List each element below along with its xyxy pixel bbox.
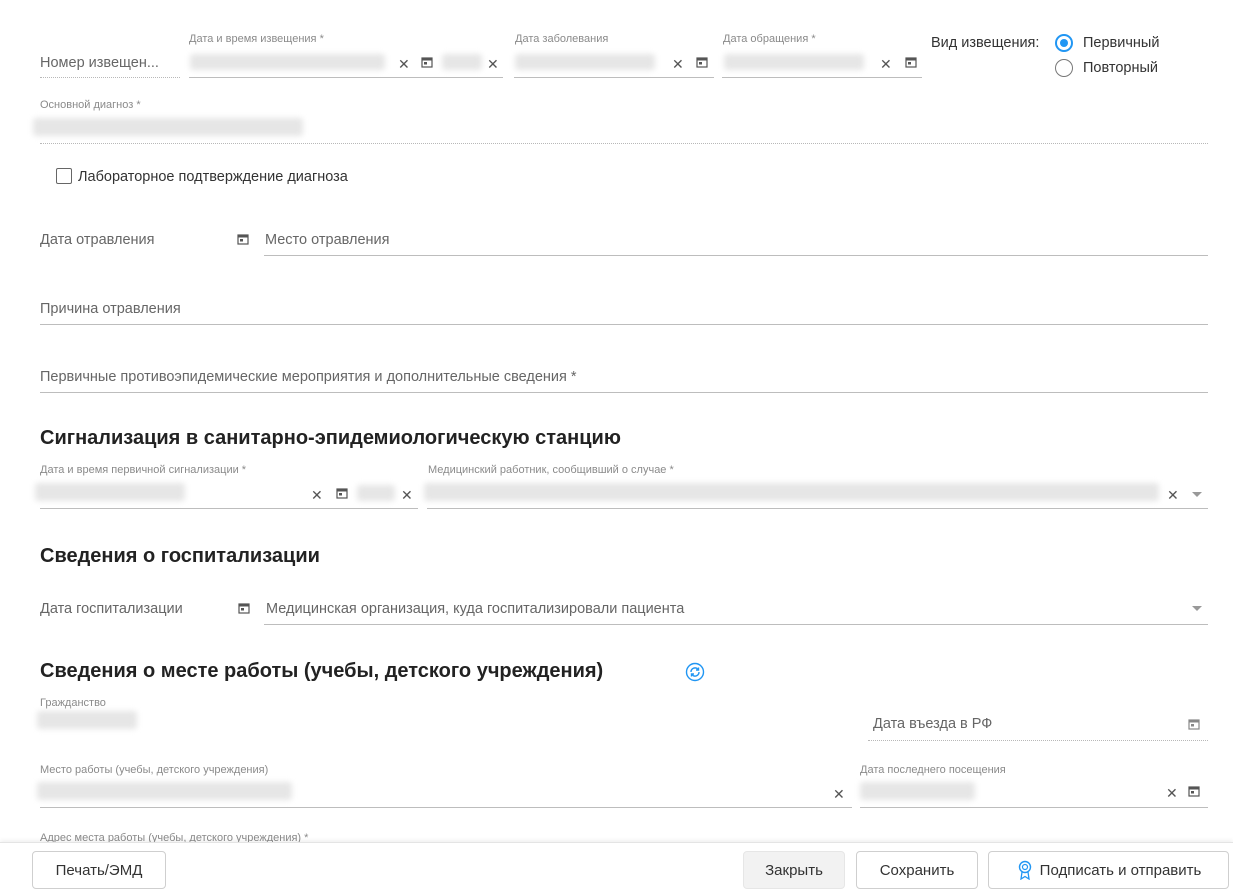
disease-date-label: Дата заболевания: [515, 33, 609, 45]
radio-repeat-label: Повторный: [1083, 60, 1159, 76]
appeal-date-value[interactable]: [724, 54, 864, 70]
print-emd-button[interactable]: Печать/ЭМД: [32, 851, 166, 889]
sign-send-label: Подписать и отправить: [1039, 861, 1202, 879]
signal-time-value[interactable]: [357, 485, 395, 501]
appeal-date-underline: [722, 77, 922, 78]
work-heading: Сведения о месте работы (учебы, детского…: [40, 660, 604, 682]
calendar-icon[interactable]: [905, 56, 917, 68]
calendar-icon[interactable]: [421, 56, 433, 68]
last-visit-label: Дата последнего посещения: [860, 764, 1006, 776]
last-visit-underline: [860, 807, 1208, 808]
notice-time-value[interactable]: [442, 54, 482, 70]
certificate-icon: [1016, 860, 1034, 881]
clear-icon[interactable]: ✕: [398, 57, 410, 71]
calendar-icon[interactable]: [336, 487, 348, 499]
disease-date-underline: [514, 77, 714, 78]
signal-worker-underline: [427, 508, 1208, 509]
lab-confirm-checkbox[interactable]: [56, 168, 72, 184]
workplace-underline: [40, 807, 852, 808]
workplace-value[interactable]: [37, 782, 292, 800]
calendar-icon[interactable]: [237, 233, 249, 245]
diagnosis-underline: [40, 143, 1208, 144]
calendar-icon[interactable]: [696, 56, 708, 68]
clear-icon[interactable]: ✕: [311, 488, 323, 502]
calendar-icon[interactable]: [238, 602, 250, 614]
poisoning-cause-underline: [40, 324, 1208, 325]
lab-confirm-label: Лабораторное подтверждение диагноза: [78, 169, 348, 185]
disease-date-value[interactable]: [515, 54, 655, 70]
poisoning-cause-field[interactable]: Причина отравления: [40, 301, 181, 317]
clear-icon[interactable]: ✕: [1166, 786, 1178, 800]
calendar-icon[interactable]: [1188, 718, 1200, 730]
hospital-heading: Сведения о госпитализации: [40, 545, 320, 567]
diagnosis-value[interactable]: [33, 118, 303, 136]
radio-repeat[interactable]: [1055, 59, 1073, 77]
citizenship-value[interactable]: [37, 711, 137, 729]
appeal-date-label: Дата обращения *: [723, 33, 816, 45]
clear-icon[interactable]: ✕: [1167, 488, 1179, 502]
clear-icon[interactable]: ✕: [401, 488, 413, 502]
chevron-down-icon[interactable]: [1192, 606, 1202, 611]
close-button[interactable]: Закрыть: [743, 851, 845, 889]
notice-number-underline: [40, 77, 180, 78]
chevron-down-icon[interactable]: [1192, 492, 1202, 497]
clear-icon[interactable]: ✕: [672, 57, 684, 71]
hospital-date-field[interactable]: Дата госпитализации: [40, 601, 183, 617]
radio-primary-label: Первичный: [1083, 35, 1160, 51]
poisoning-place-underline: [264, 255, 1208, 256]
last-visit-value[interactable]: [860, 782, 975, 800]
diagnosis-label: Основной диагноз *: [40, 99, 141, 111]
clear-icon[interactable]: ✕: [487, 57, 499, 71]
notice-datetime-label: Дата и время извещения *: [189, 33, 324, 45]
signal-worker-value[interactable]: [424, 483, 1159, 501]
signal-date-value[interactable]: [35, 483, 185, 501]
measures-field[interactable]: Первичные противоэпидемические мероприят…: [40, 369, 577, 385]
refresh-icon[interactable]: [685, 662, 705, 682]
hospital-org-underline: [264, 624, 1208, 625]
calendar-icon[interactable]: [1188, 785, 1200, 797]
notice-datetime-underline: [189, 77, 503, 78]
signal-datetime-underline: [40, 508, 418, 509]
hospital-org-field[interactable]: Медицинская организация, куда госпитализ…: [266, 601, 684, 617]
measures-underline: [40, 392, 1208, 393]
poisoning-place-field[interactable]: Место отравления: [265, 232, 390, 248]
notice-kind-label: Вид извещения:: [931, 35, 1040, 51]
save-button[interactable]: Сохранить: [856, 851, 978, 889]
signal-worker-label: Медицинский работник, сообщивший о случа…: [428, 464, 674, 476]
sign-send-button[interactable]: Подписать и отправить: [988, 851, 1229, 889]
entry-date-underline: [868, 740, 1208, 741]
citizenship-label: Гражданство: [40, 697, 106, 709]
clear-icon[interactable]: ✕: [833, 787, 845, 801]
notice-date-value[interactable]: [190, 54, 385, 70]
signal-datetime-label: Дата и время первичной сигнализации *: [40, 464, 247, 476]
workplace-label: Место работы (учебы, детского учреждения…: [40, 764, 269, 776]
clear-icon[interactable]: ✕: [880, 57, 892, 71]
poisoning-date-field[interactable]: Дата отравления: [40, 232, 155, 248]
notice-number-field[interactable]: Номер извещен...: [40, 55, 159, 71]
signal-heading: Сигнализация в санитарно-эпидемиологичес…: [40, 427, 621, 449]
radio-primary[interactable]: [1055, 34, 1073, 52]
entry-date-field[interactable]: Дата въезда в РФ: [873, 716, 992, 732]
